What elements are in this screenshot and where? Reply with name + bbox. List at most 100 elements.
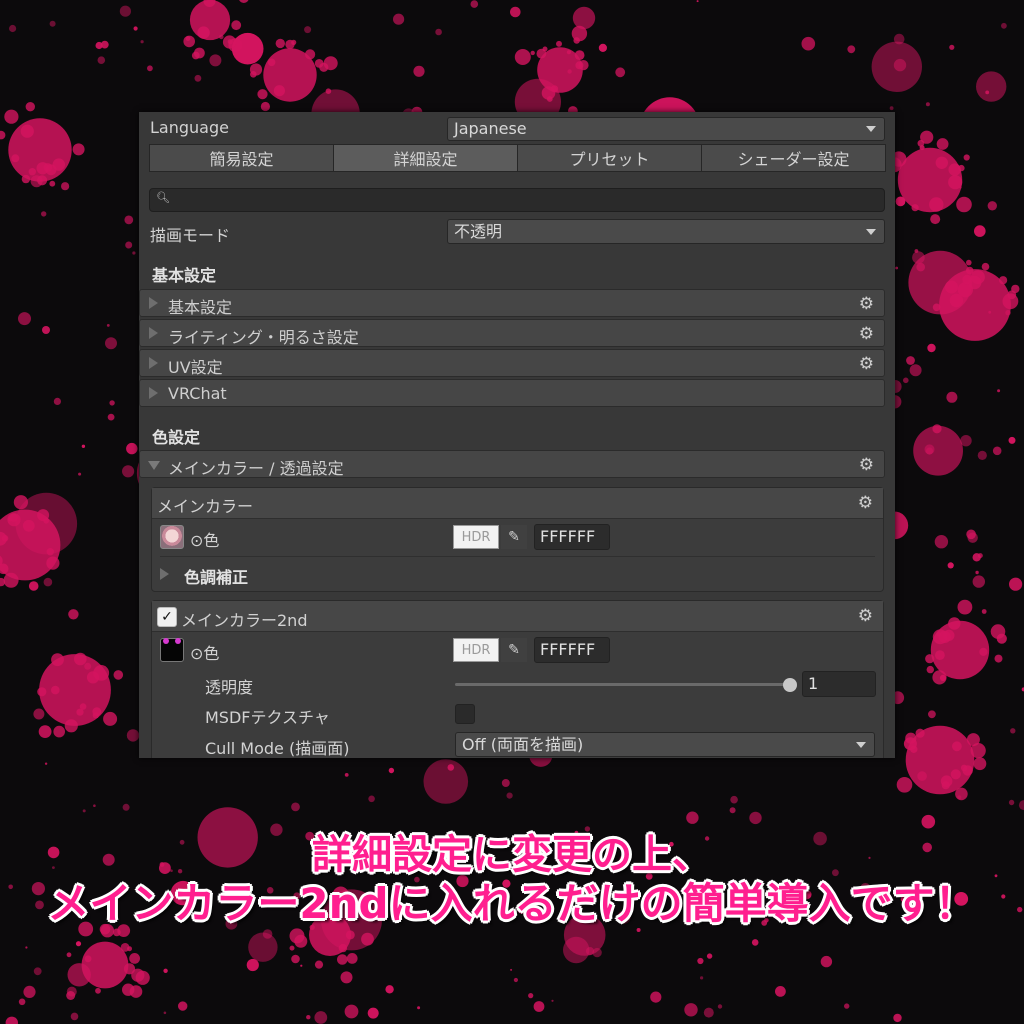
language-dropdown[interactable]: Japanese [447,117,885,141]
splatter-dot [927,343,936,353]
splatter-dot [340,971,353,984]
foldout-uv-settings[interactable]: UV設定 ⚙ [139,349,885,377]
splatter-dot [95,987,101,994]
tab-advanced[interactable]: 詳細設定 [333,144,518,172]
splatter-dot [997,389,1001,393]
foldout-main-color-alpha[interactable]: メインカラー / 透過設定 ⚙ [139,450,885,478]
tab-shader-settings[interactable]: シェーダー設定 [701,144,886,172]
foldout-basic-settings[interactable]: 基本設定 ⚙ [139,289,885,317]
splatter-dot [291,954,300,964]
splatter-dot [910,745,918,753]
search-input[interactable]: 🔍︎ [149,188,885,212]
splatter-dot [920,130,934,144]
hdr-color-swatch[interactable]: HDR [453,638,499,662]
splatter-dot [844,1003,850,1009]
triangle-right-icon [160,568,169,580]
splatter-dot [51,653,64,667]
splatter-dot [126,729,140,742]
splatter-dot [895,266,898,270]
splatter-dot [932,303,941,312]
splatter-dot [932,670,947,685]
eyedropper-icon[interactable]: ✎ [501,525,527,549]
splatter-dot [533,1001,545,1012]
splatter-dot [928,710,936,719]
section-title-color: 色設定 [152,428,201,447]
splatter-dot [305,49,316,60]
cull-mode-dropdown[interactable]: Off (両面を描画) [455,732,875,757]
tab-preset[interactable]: プリセット [517,144,702,172]
main-color-hex-field[interactable]: FFFFFF [534,524,610,550]
main-2nd-color-hex-field[interactable]: FFFFFF [534,637,610,663]
splatter-dot [905,732,917,744]
gear-icon[interactable]: ⚙ [858,493,873,513]
msdf-label: MSDFテクスチャ [205,708,330,727]
tone-correction-foldout[interactable]: 色調補正 [184,564,248,588]
splatter-dot [314,59,324,68]
splatter-dot [510,968,513,971]
main-texture-thumbnail[interactable] [160,525,184,549]
hdr-color-swatch[interactable]: HDR [453,525,499,549]
splatter-dot [999,276,1008,285]
splatter-dot [697,957,704,965]
splatter-dot [28,168,36,176]
gear-icon[interactable]: ⚙ [858,606,873,626]
main-2nd-texture-thumbnail[interactable] [160,638,184,662]
foldout-lighting-settings[interactable]: ライティング・明るさ設定 ⚙ [139,319,885,347]
splatter-dot [291,802,300,812]
splatter-dot [52,158,65,171]
splatter-dot [925,102,930,107]
foldout-label: UV設定 [168,358,223,377]
splatter-dot [992,446,1002,456]
splatter-dot [185,36,191,41]
main-color-2nd-checkbox[interactable]: ✓ [157,607,177,627]
opacity-value-field[interactable]: 1 [802,671,876,697]
opacity-slider-handle[interactable] [783,678,797,692]
splatter-dot [1009,577,1023,591]
main-color-label: ⊙色 [190,531,220,550]
splatter-dot [501,779,510,787]
splatter-dot [61,182,70,191]
msdf-checkbox[interactable] [455,704,475,724]
splatter-dot [948,175,963,190]
splatter-dot [33,967,42,976]
splatter-dot [528,993,534,999]
splatter-dot [122,803,130,811]
splatter-dot [127,946,132,952]
gear-icon[interactable]: ⚙ [859,354,874,374]
splatter-dot [975,570,979,575]
render-mode-dropdown[interactable]: 不透明 [447,219,885,244]
splatter-dot [615,67,626,78]
splatter-dot [510,6,521,18]
tab-simple[interactable]: 簡易設定 [149,144,334,172]
splatter-dot [123,963,136,975]
splatter-dot [33,708,45,720]
eyedropper-icon[interactable]: ✎ [501,638,527,662]
triangle-right-icon [149,297,158,309]
splatter-dot [314,1011,328,1024]
splatter-dot [956,196,972,213]
splatter-dot [84,955,92,963]
splatter-dot [506,792,513,799]
splatter-dot [49,20,56,27]
splatter-dot [68,609,79,620]
splatter-dot [551,999,554,1002]
gear-icon[interactable]: ⚙ [859,324,874,344]
splatter-dot [289,945,295,951]
gear-icon[interactable]: ⚙ [859,455,874,475]
main-color-2nd-box: ✓ メインカラー2nd ⚙ ⊙色 HDR ✎ FFFFFF 透明度 1 MSDF… [151,600,884,758]
splatter-dot [39,654,111,726]
splatter-dot [8,517,13,522]
splatter-dot [3,572,19,588]
splatter-dot [163,1011,167,1015]
opacity-slider-track[interactable] [455,683,790,686]
gear-icon[interactable]: ⚙ [859,294,874,314]
splatter-dot [947,562,954,569]
splatter-dot [11,154,20,163]
splatter-dot [345,930,355,940]
splatter-dot [413,65,425,77]
splatter-dot [304,26,312,34]
splatter-dot [76,708,84,716]
splatter-dot [393,13,405,25]
foldout-vrchat[interactable]: VRChat [139,379,885,407]
splatter-dot [893,1013,902,1023]
